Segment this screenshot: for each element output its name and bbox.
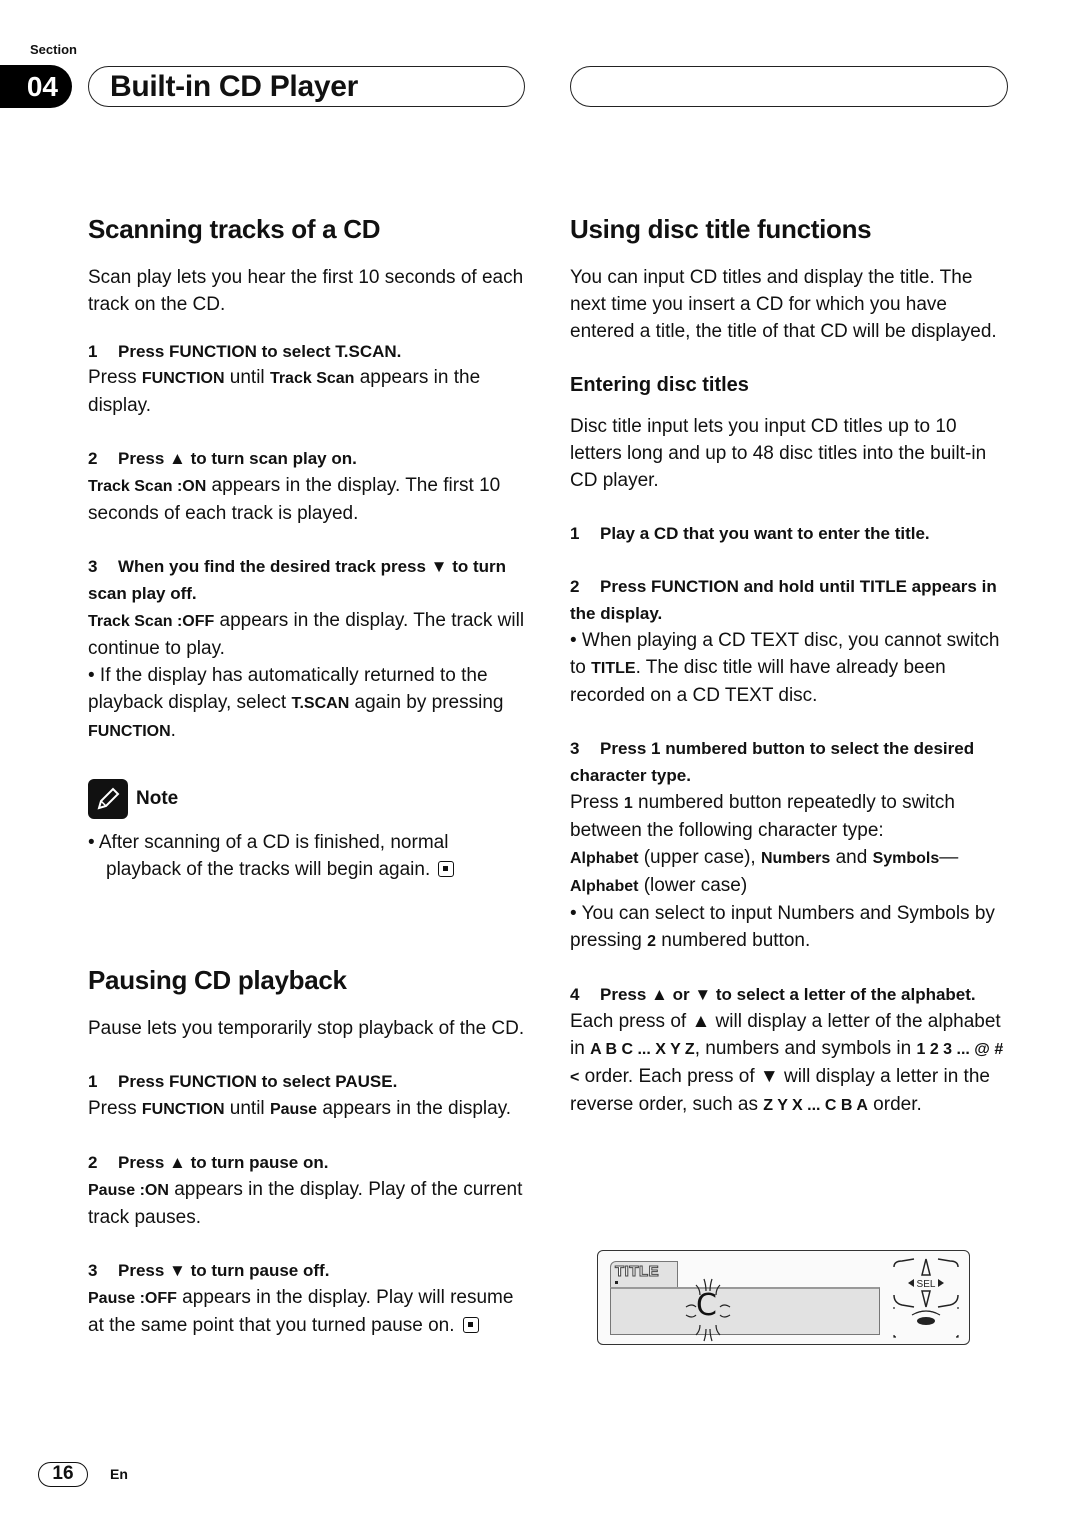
pause-heading: Pausing CD playback [88,965,347,995]
pause-step-2-body: Pause :ON appears in the display. Play o… [88,1179,523,1228]
display-indicator-dot [615,1281,618,1284]
display-illustration: TITLE C SEL [597,1250,970,1345]
disc-title-heading: Using disc title functions [570,214,872,244]
title-step-3-bullet: • You can select to input Numbers and Sy… [570,903,995,951]
title-step-1-title: 1 Play a CD that you want to enter the ti… [570,524,930,543]
end-of-section-icon [462,1317,479,1333]
title-step-3-title: 3 Press 1 numbered button to select the d… [570,739,975,785]
pause-intro: Pause lets you temporarily stop playback… [88,1018,525,1039]
disc-title-intro: You can input CD titles and display the … [570,267,997,342]
chapter-title: Built-in CD Player [110,70,358,103]
scan-step-3-bullet: • If the display has automatically retur… [88,665,504,741]
scan-step-2-body: Track Scan :ON appears in the display. T… [88,475,501,524]
entering-titles-subheading: Entering disc titles [570,374,749,396]
section-number-badge: 04 [0,65,72,108]
scan-step-3-body: Track Scan :OFF appears in the display. … [88,610,525,659]
header-empty-frame [570,66,1008,107]
page-language: En [110,1466,128,1482]
note-text: • After scanning of a CD is finished, no… [88,829,528,883]
pause-step-3-title: 3 Press ▼ to turn pause off. [88,1261,330,1280]
note-label: Note [136,788,179,809]
display-title-label: TITLE [614,1263,660,1281]
pause-step-1-title: 1 Press FUNCTION to select PAUSE. [88,1072,398,1091]
title-step-2-title: 2 Press FUNCTION and hold until TITLE app… [570,577,997,623]
scan-step-2-title: 2 Press ▲ to turn scan play on. [88,449,357,468]
pencil-note-icon [88,779,128,819]
pause-step-1-body: Press FUNCTION until Pause appears in th… [88,1098,512,1119]
pause-step-3-body: Pause :OFF appears in the display. Play … [88,1287,514,1336]
scan-step-1-body: Press FUNCTION until Track Scan appears … [88,367,481,416]
pause-step-2-title: 2 Press ▲ to turn pause on. [88,1153,329,1172]
scan-step-3-title: 3 When you find the desired track press ▼… [88,557,507,603]
right-column: Using disc title functions You can input… [570,212,1010,1119]
scan-step-1-title: 1 Press FUNCTION to select T.SCAN. [88,342,402,361]
end-of-section-icon [438,861,455,877]
display-current-character: C [696,1288,717,1323]
note-header: Note [88,779,528,819]
section-label: Section [30,42,77,57]
scan-heading: Scanning tracks of a CD [88,214,381,244]
scan-intro: Scan play lets you hear the first 10 sec… [88,267,524,315]
title-step-3-body: Press 1 numbered button repeatedly to sw… [570,792,955,841]
title-step-4-title: 4 Press ▲ or ▼ to select a letter of the … [570,985,976,1004]
page-number: 16 [38,1462,88,1487]
display-title-tab: TITLE [610,1261,678,1288]
character-types: Alphabet (upper case), Numbers and Symbo… [570,847,959,896]
title-step-4-body: Each press of ▲ will display a letter of… [570,1011,1004,1115]
entering-titles-intro: Disc title input lets you input CD title… [570,416,987,491]
display-screen [610,1287,880,1335]
select-label: SEL [917,1279,936,1290]
select-control-icon: SEL [893,1258,959,1338]
left-column: Scanning tracks of a CD Scan play lets y… [88,212,528,1339]
title-step-2-bullet: • When playing a CD TEXT disc, you canno… [570,630,1000,706]
